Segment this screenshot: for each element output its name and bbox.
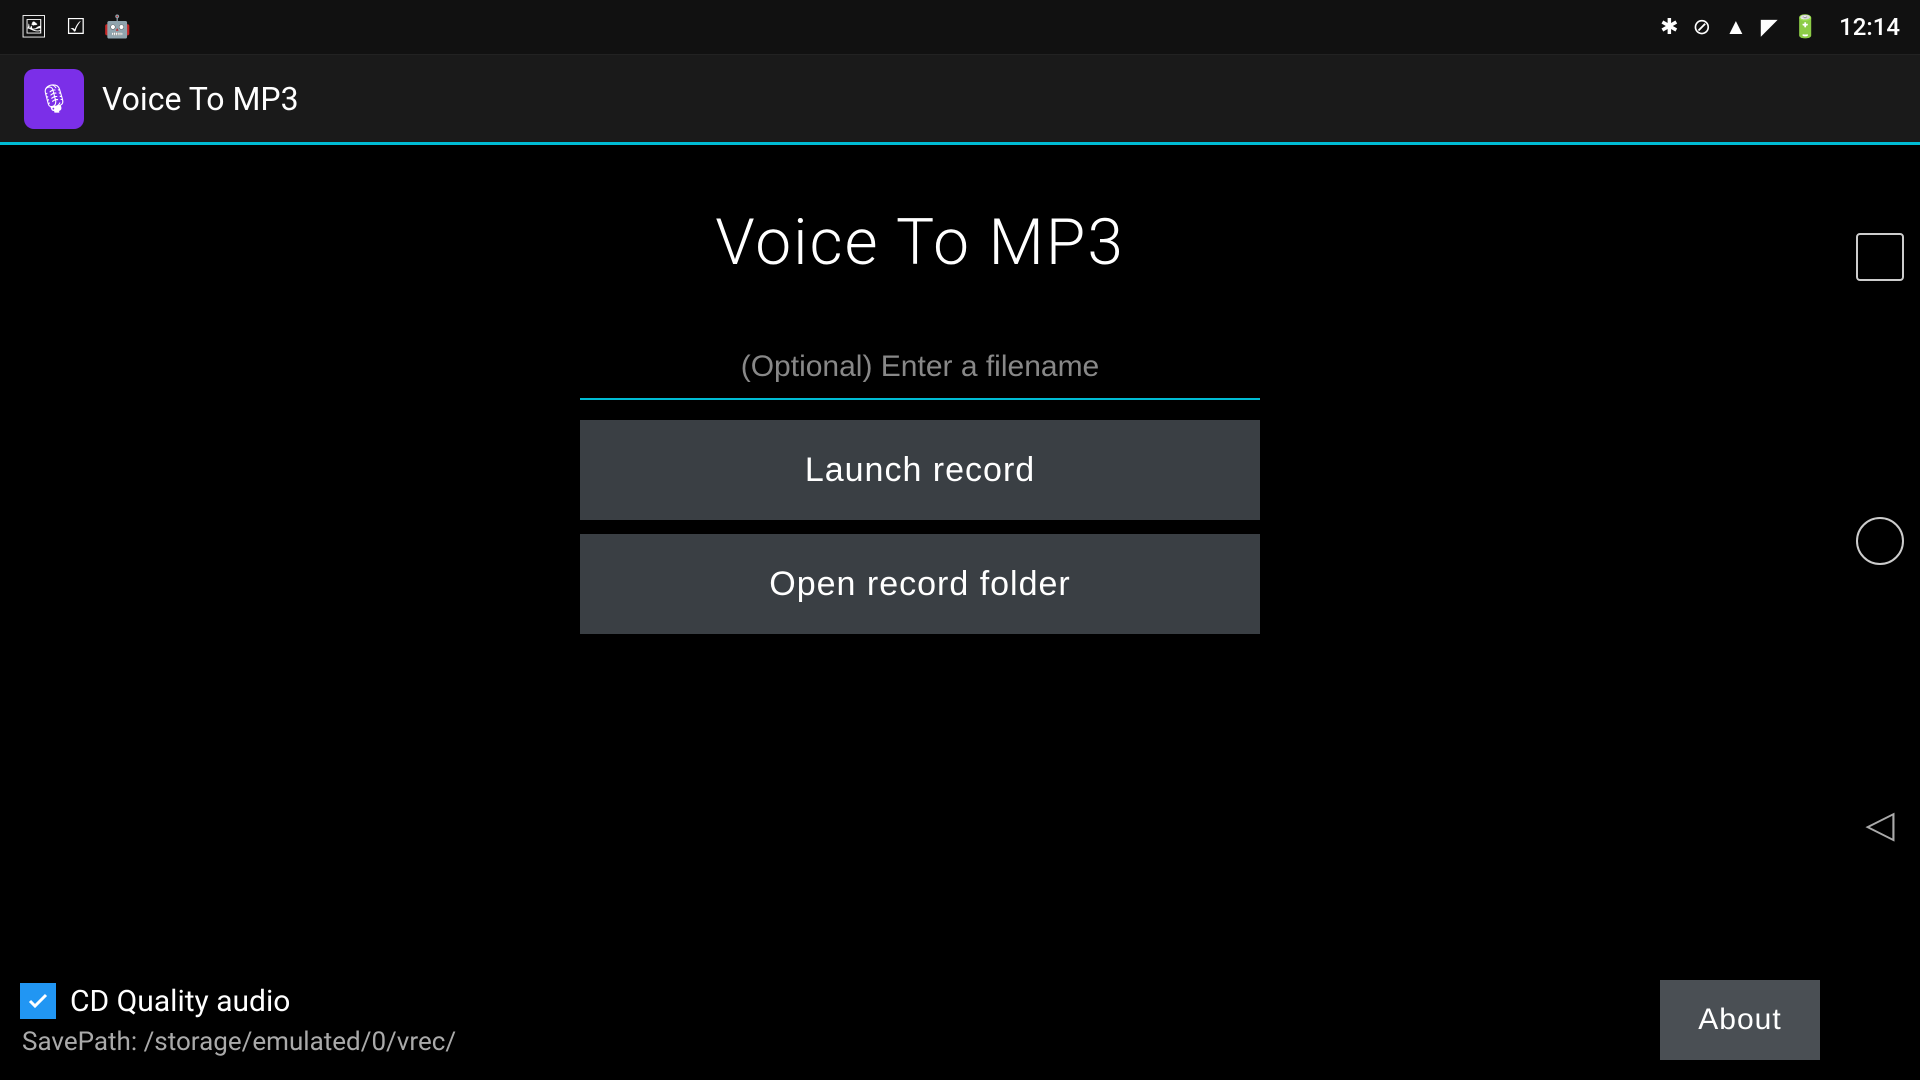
cd-quality-row: CD Quality audio — [20, 983, 456, 1019]
filename-input-wrapper — [580, 340, 1260, 400]
bluetooth-icon: ✱ — [1660, 15, 1678, 40]
back-button[interactable]: ◁ — [1865, 802, 1894, 847]
battery-icon: 🔋 — [1792, 15, 1819, 40]
recents-button[interactable] — [1856, 233, 1904, 281]
nav-buttons: ◁ — [1840, 55, 1920, 1025]
status-time: 12:14 — [1839, 13, 1900, 41]
wifi-icon: ▲ — [1725, 14, 1747, 40]
cd-quality-label: CD Quality audio — [70, 984, 290, 1019]
app-icon: 🎙 — [24, 69, 84, 129]
page-title: Voice To MP3 — [715, 205, 1125, 280]
launch-record-button[interactable]: Launch record — [580, 420, 1260, 520]
main-content: Voice To MP3 Launch record Open record f… — [0, 145, 1840, 634]
bottom-area: CD Quality audio SavePath: /storage/emul… — [0, 970, 1840, 1080]
mic-icon: 🎙 — [36, 82, 72, 115]
app-bar: 🎙 Voice To MP3 — [0, 55, 1920, 145]
about-button[interactable]: About — [1660, 980, 1820, 1060]
gallery-icon: 🖼 — [20, 15, 48, 40]
task-icon: ☑ — [66, 15, 86, 40]
nosim-icon: ⊘ — [1693, 15, 1711, 40]
status-bar-right: ✱ ⊘ ▲ ◤ 🔋 12:14 — [1660, 13, 1900, 41]
bottom-left: CD Quality audio SavePath: /storage/emul… — [20, 983, 456, 1057]
status-bar-left: 🖼 ☑ 🤖 — [20, 15, 131, 40]
home-button[interactable] — [1856, 517, 1904, 565]
checkmark-icon — [26, 989, 50, 1013]
android-icon: 🤖 — [104, 15, 131, 40]
cd-quality-checkbox[interactable] — [20, 983, 56, 1019]
signal-icon: ◤ — [1761, 15, 1778, 40]
save-path: SavePath: /storage/emulated/0/vrec/ — [22, 1027, 456, 1057]
filename-input[interactable] — [580, 340, 1260, 398]
status-bar: 🖼 ☑ 🤖 ✱ ⊘ ▲ ◤ 🔋 12:14 — [0, 0, 1920, 55]
app-bar-title: Voice To MP3 — [102, 80, 299, 118]
open-folder-button[interactable]: Open record folder — [580, 534, 1260, 634]
